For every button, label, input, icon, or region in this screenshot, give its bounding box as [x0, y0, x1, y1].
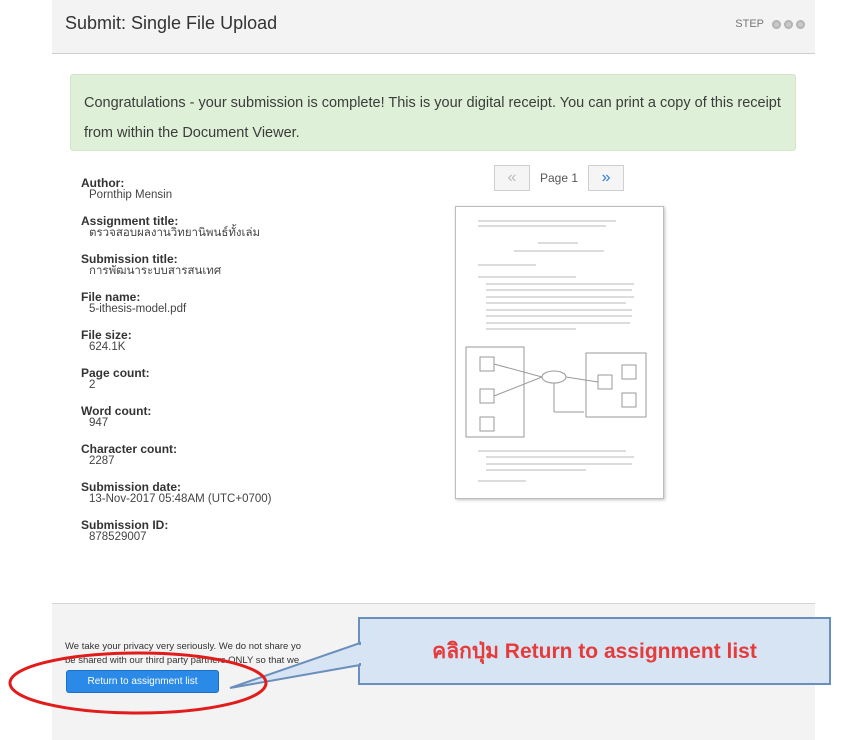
annotation-overlay	[8, 641, 362, 715]
callout-pointer	[229, 641, 361, 689]
highlight-ellipse	[8, 651, 268, 715]
